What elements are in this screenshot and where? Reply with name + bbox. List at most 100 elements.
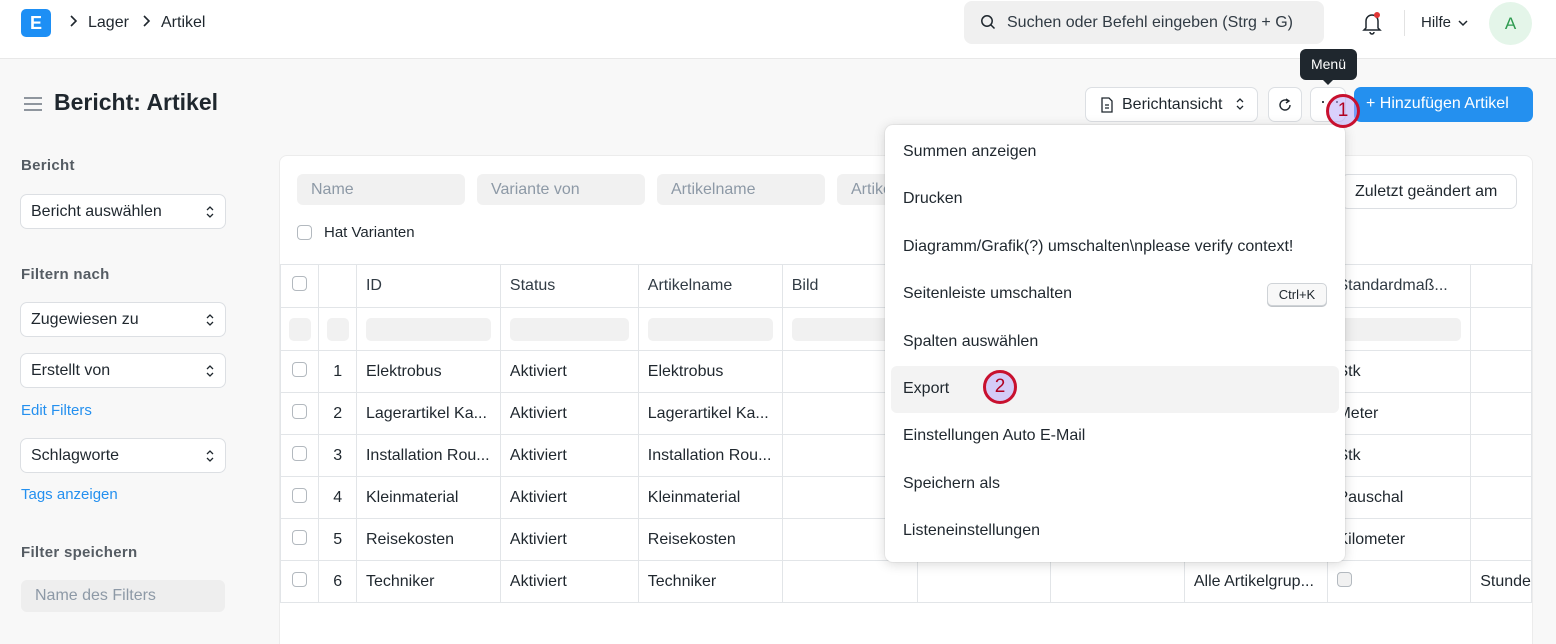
filter-name-field[interactable]: Name	[297, 174, 465, 205]
cell-item-name[interactable]: Techniker	[637, 560, 783, 603]
help-dropdown[interactable]: Hilfe	[1421, 14, 1468, 31]
show-tags-link[interactable]: Tags anzeigen	[21, 486, 118, 503]
breadcrumb-lager[interactable]: Lager	[88, 14, 129, 32]
filter-item-name-field[interactable]: Artikelname	[657, 174, 825, 205]
row-checkbox[interactable]	[292, 361, 308, 377]
navbar-divider	[1404, 10, 1405, 36]
row-checkbox[interactable]	[292, 445, 308, 461]
cell-id[interactable]: Lagerartikel Ka...	[355, 392, 501, 435]
cell-status[interactable]: Aktiviert	[499, 434, 639, 477]
search-bar[interactable]: Suchen oder Befehl eingeben (Strg + G)	[964, 1, 1324, 44]
cell-id[interactable]: Reisekosten	[355, 518, 501, 561]
cell-id[interactable]: Kleinmaterial	[355, 476, 501, 519]
cell-item-name[interactable]: Lagerartikel Ka...	[637, 392, 783, 435]
cell-id[interactable]: Techniker	[355, 560, 501, 603]
edit-filters-link[interactable]: Edit Filters	[21, 402, 92, 419]
cell-item-name[interactable]: Installation Rou...	[637, 434, 783, 477]
cell-hidden-1[interactable]	[916, 560, 1052, 603]
cell-item-name[interactable]: Reisekosten	[637, 518, 783, 561]
cell-status[interactable]: Aktiviert	[499, 392, 639, 435]
filter-name-placeholder: Name des Filters	[35, 587, 156, 604]
menu-item-pick-columns[interactable]: Spalten auswählen	[891, 319, 1339, 366]
menu-item-show-totals[interactable]: Summen anzeigen	[891, 129, 1339, 176]
select-all-checkbox[interactable]	[292, 276, 308, 291]
menu-item-print[interactable]: Drucken	[891, 176, 1339, 223]
row-checkbox[interactable]	[292, 529, 308, 545]
cell-image[interactable]	[781, 560, 918, 603]
menu-item-save-as[interactable]: Speichern als	[891, 461, 1339, 508]
cell-id[interactable]: Installation Rou...	[355, 434, 501, 477]
filter-placeholder[interactable]	[365, 317, 491, 341]
cell-item-name[interactable]: Elektrobus	[637, 350, 783, 393]
menu-item-list-settings[interactable]: Listeneinstellungen	[891, 508, 1339, 555]
has-variants-filter[interactable]: Hat Varianten	[297, 224, 415, 244]
cell-uom[interactable]: Meter	[1327, 392, 1472, 435]
cell-uom[interactable]: Stk	[1327, 350, 1472, 393]
view-switcher-label: Berichtansicht	[1122, 96, 1223, 113]
breadcrumb-artikel[interactable]: Artikel	[161, 14, 205, 32]
menu-item-export[interactable]: Export	[891, 366, 1339, 413]
filter-placeholder[interactable]	[647, 317, 773, 341]
filter-variant-of-field[interactable]: Variante von	[477, 174, 645, 205]
help-label: Hilfe	[1421, 14, 1452, 31]
cell-uom[interactable]: Kilometer	[1327, 518, 1472, 561]
filter-name-label: Name	[311, 181, 354, 198]
cell-uom[interactable]: Stunde	[1470, 560, 1532, 603]
column-header-uom[interactable]: Standardmaß...	[1327, 264, 1472, 308]
filter-placeholder[interactable]	[1337, 317, 1462, 341]
column-header-id[interactable]: ID	[355, 264, 501, 308]
row-checkbox[interactable]	[292, 571, 308, 587]
tags-select[interactable]: Schlagworte	[20, 438, 226, 473]
filter-placeholder[interactable]	[509, 317, 629, 341]
column-header-item-name[interactable]: Artikelname	[637, 264, 783, 308]
filter-placeholder[interactable]	[288, 317, 311, 341]
filter-name-input[interactable]: Name des Filters	[21, 580, 225, 612]
search-icon	[980, 14, 996, 34]
menu-item-toggle-sidebar[interactable]: Seitenleiste umschalten Ctrl+K	[891, 271, 1339, 318]
chevron-right-icon	[68, 14, 78, 31]
cell-item-group[interactable]: Alle Artikelgrup...	[1183, 560, 1329, 603]
assigned-to-select[interactable]: Zugewiesen zu	[20, 302, 226, 337]
view-switcher-button[interactable]: Berichtansicht	[1085, 87, 1258, 122]
menu-item-label: Speichern als	[903, 475, 1000, 492]
cell-status[interactable]: Aktiviert	[499, 350, 639, 393]
cell-uom[interactable]: Pauschal	[1327, 476, 1472, 519]
cell-status[interactable]: Aktiviert	[499, 560, 639, 603]
menu-item-auto-email[interactable]: Einstellungen Auto E-Mail	[891, 413, 1339, 460]
table-row[interactable]: 6 Techniker Aktiviert Techniker Alle Art…	[280, 560, 1532, 603]
user-avatar[interactable]: A	[1489, 2, 1532, 45]
cell-extra	[1470, 476, 1532, 519]
cell-status[interactable]: Aktiviert	[499, 476, 639, 519]
row-checkbox[interactable]	[292, 403, 308, 419]
cell-extra	[1470, 350, 1532, 393]
cell-status[interactable]: Aktiviert	[499, 518, 639, 561]
has-variants-checkbox[interactable]	[297, 225, 312, 240]
add-item-button[interactable]: + Hinzufügen Artikel	[1354, 87, 1533, 122]
sort-button[interactable]: Zuletzt geändert am	[1341, 174, 1517, 209]
menu-item-label: Diagramm/Grafik(?) umschalten\nplease ve…	[903, 238, 1294, 255]
cell-id[interactable]: Elektrobus	[355, 350, 501, 393]
filter-variant-of-label: Variante von	[491, 181, 580, 198]
sidebar-toggle-icon[interactable]	[24, 96, 42, 116]
reload-button[interactable]	[1268, 87, 1302, 122]
row-checkbox[interactable]	[292, 487, 308, 503]
created-by-select[interactable]: Erstellt von	[20, 353, 226, 388]
menu-item-label: Export	[903, 380, 950, 397]
reload-icon	[1279, 98, 1291, 111]
menu-item-toggle-chart[interactable]: Diagramm/Grafik(?) umschalten\nplease ve…	[891, 224, 1339, 271]
row-select-cell	[280, 560, 320, 603]
cell-uom[interactable]: Stk	[1327, 434, 1472, 477]
row-number: 3	[318, 434, 357, 477]
row-flag-checkbox[interactable]	[1337, 571, 1353, 587]
sort-label: Zuletzt geändert am	[1355, 183, 1498, 200]
cell-extra	[1470, 434, 1532, 477]
notification-bell-icon[interactable]	[1361, 11, 1383, 39]
app-logo[interactable]: E	[21, 9, 51, 37]
cell-item-name[interactable]: Kleinmaterial	[637, 476, 783, 519]
column-header-status[interactable]: Status	[499, 264, 639, 308]
filter-cell	[280, 307, 320, 351]
cell-hidden-2[interactable]	[1050, 560, 1185, 603]
column-header-extra	[1470, 264, 1532, 308]
report-select[interactable]: Bericht auswählen	[20, 194, 226, 229]
filter-placeholder[interactable]	[326, 317, 349, 341]
